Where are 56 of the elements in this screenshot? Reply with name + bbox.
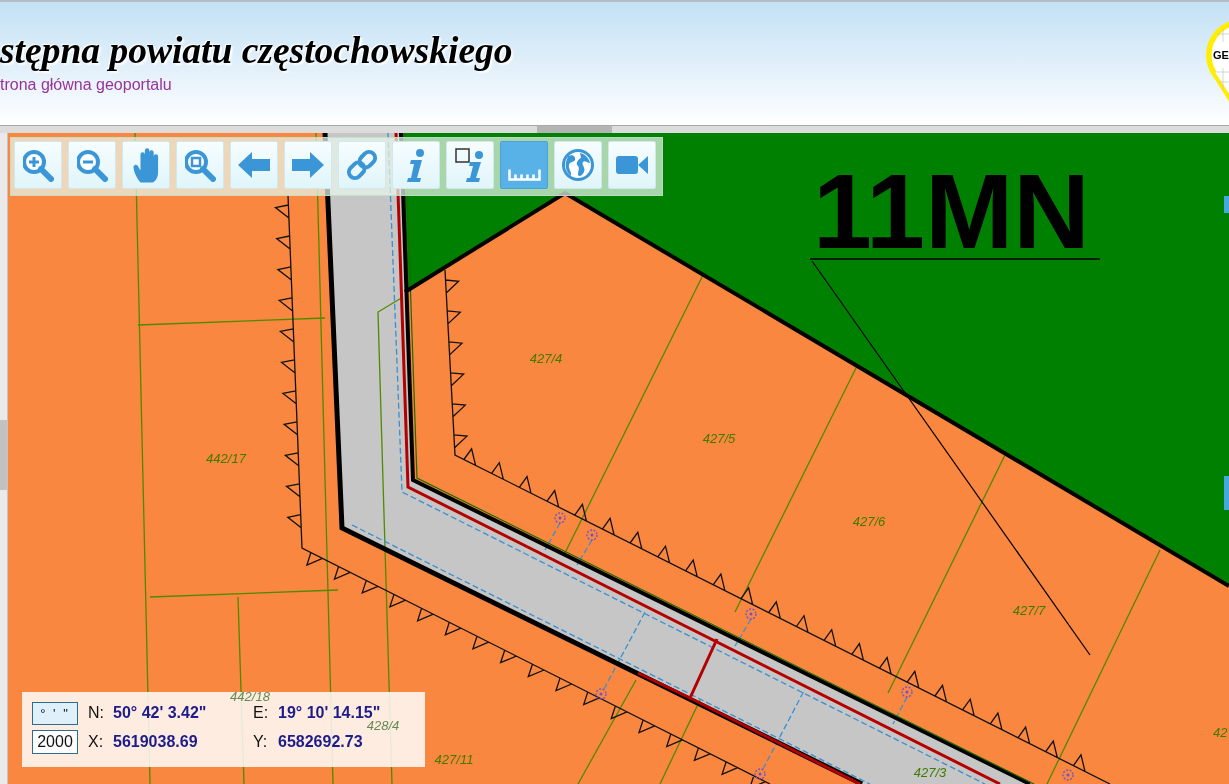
parcel-number: 427/4	[529, 351, 563, 366]
marker-icon	[595, 688, 607, 700]
parcel-number: 428/4	[366, 718, 400, 733]
coordinate-system-field[interactable]: 2000	[32, 730, 78, 754]
coordinate-label: N:	[88, 704, 105, 722]
zoom-out-icon	[76, 148, 108, 182]
globe-button[interactable]	[554, 141, 602, 189]
parcel-number: 442/17	[206, 451, 246, 466]
area-info-button[interactable]	[446, 141, 494, 189]
zoning-label: 11MN	[813, 152, 1090, 270]
coordinate-label: E:	[253, 704, 270, 722]
home-link[interactable]: trona główna geoportalu	[0, 76, 172, 93]
marker-icon	[745, 608, 757, 620]
parcel-number: 427/6	[852, 514, 886, 529]
right-arrow-icon	[292, 152, 324, 178]
parcel-number: 42	[1213, 725, 1228, 740]
marker-icon	[901, 686, 913, 698]
zoom-extent-button[interactable]	[176, 141, 224, 189]
parcel-number: 427/3	[913, 765, 947, 780]
coordinate-value: 50° 42' 3.42"	[113, 704, 207, 722]
pan-button[interactable]	[122, 141, 170, 189]
page-title: stępna powiatu częstochowskiego	[0, 30, 513, 72]
parcel-number: 427/7	[1012, 603, 1046, 618]
globe-icon	[562, 149, 594, 181]
video-button[interactable]	[608, 141, 656, 189]
marker-icon	[754, 768, 766, 780]
chain-link-icon	[346, 149, 378, 181]
marker-icon	[554, 512, 566, 524]
forward-button[interactable]	[284, 141, 332, 189]
coordinate-value: 5619038.69	[113, 733, 198, 751]
marker-icon	[586, 529, 598, 541]
measure-button[interactable]	[500, 141, 548, 189]
hand-icon	[133, 147, 159, 183]
splitter-handle[interactable]	[537, 126, 612, 133]
coordinate-label: Y:	[253, 733, 269, 751]
parcel-number: 427/5	[702, 431, 736, 446]
info-button[interactable]	[392, 141, 440, 189]
left-arrow-icon	[238, 152, 270, 178]
marker-icon	[1062, 769, 1074, 781]
parcel-number: 427/11	[434, 752, 474, 767]
zoom-in-icon	[22, 148, 54, 182]
magnifier-square-icon	[184, 148, 216, 182]
coordinate-format-button[interactable]: ° ' "	[32, 701, 78, 725]
parcel-number: 442/18	[230, 689, 270, 704]
zoom-out-button[interactable]	[68, 141, 116, 189]
ruler-icon	[507, 168, 541, 181]
info-icon	[406, 148, 426, 182]
video-camera-icon	[616, 156, 648, 174]
link-button[interactable]	[338, 141, 386, 189]
zoom-in-button[interactable]	[14, 141, 62, 189]
coordinate-value: 19° 10' 14.15"	[278, 704, 381, 721]
side-panel-handle[interactable]	[0, 420, 7, 490]
back-button[interactable]	[230, 141, 278, 189]
coordinate-value: 6582692.73	[278, 733, 363, 751]
coordinate-label: X:	[88, 733, 105, 751]
info-selection-icon	[455, 148, 485, 182]
